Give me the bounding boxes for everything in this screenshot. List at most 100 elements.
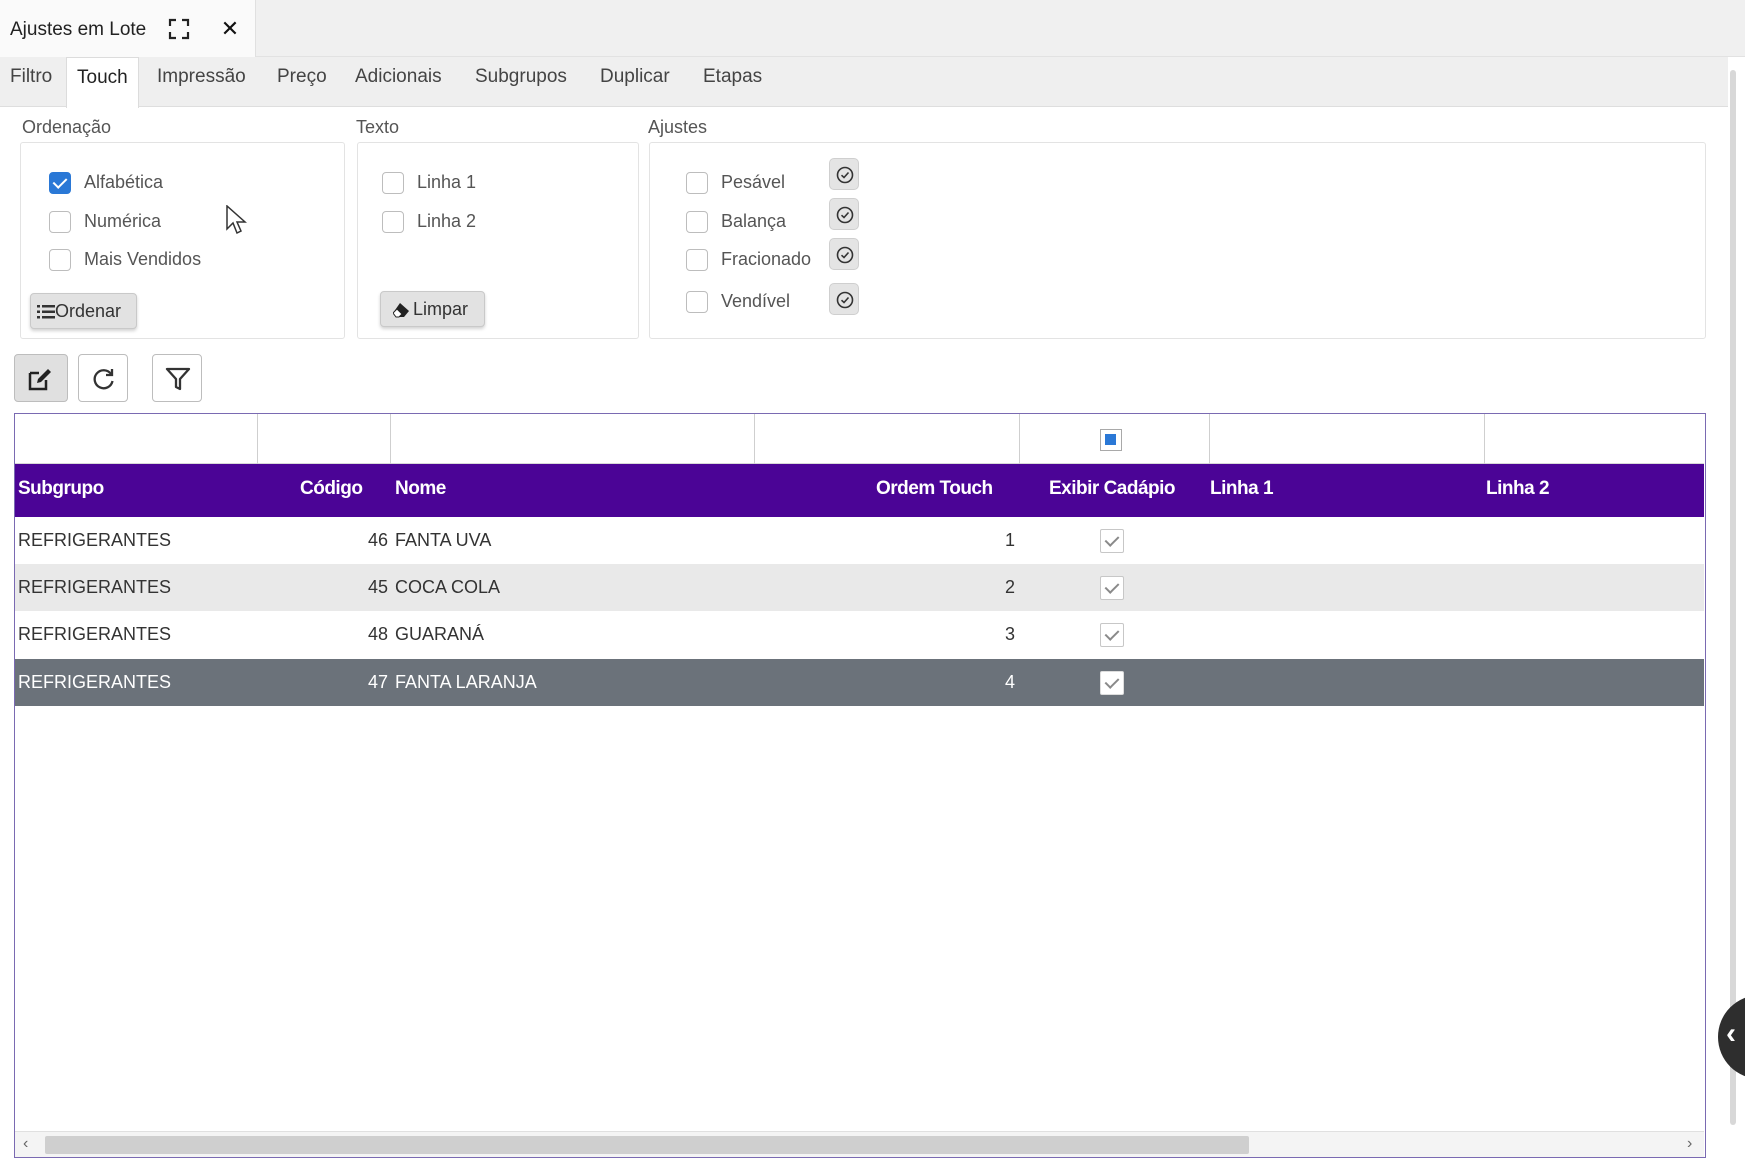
horizontal-scrollbar[interactable]: ‹ › [15,1131,1704,1157]
fracionado-checkbox[interactable] [686,249,708,271]
balanca-label: Balança [721,211,787,231]
check-circle-icon [836,246,854,264]
texto-title: Texto [356,117,400,137]
tab-filtro[interactable]: Filtro [0,57,62,107]
cell-ordem: 3 [1004,624,1015,644]
pesavel-checkbox[interactable] [686,172,708,194]
vertical-scrollbar[interactable] [1730,70,1736,1125]
cell-codigo: 48 [367,624,388,644]
cell-subgrupo: REFRIGERANTES [18,577,172,597]
refresh-button[interactable] [78,354,128,402]
mouse-cursor-icon [226,205,247,235]
cell-subgrupo: REFRIGERANTES [18,530,172,550]
alfabetica-label: Alfabética [84,172,164,192]
cell-nome: GUARANÁ [395,624,485,644]
close-icon[interactable]: ✕ [218,16,242,42]
filter-cell-linha2[interactable] [1485,414,1704,464]
grid-header: Subgrupo Código Nome Ordem Touch Exibir … [15,464,1704,517]
table-row[interactable]: REFRIGERANTES 46 FANTA UVA 1 [15,517,1704,564]
mais-vendidos-label: Mais Vendidos [84,249,202,269]
cell-nome: COCA COLA [395,577,501,597]
col-exibir-cardapio[interactable]: Exibir Cadápio [1049,478,1176,500]
alfabetica-checkbox[interactable] [49,172,71,194]
edit-button[interactable] [14,354,68,402]
linha1-checkbox[interactable] [382,172,404,194]
fracionado-label: Fracionado [721,249,812,269]
linha2-checkbox[interactable] [382,211,404,233]
refresh-icon [93,369,114,390]
col-nome[interactable]: Nome [395,478,446,500]
check-circle-icon [836,166,854,184]
table-row-selected[interactable]: REFRIGERANTES 47 FANTA LARANJA 4 [15,659,1704,706]
ordenar-label: Ordenar [55,301,122,321]
tab-subgrupos[interactable]: Subgrupos [465,57,577,107]
exibir-filter-checkbox[interactable] [1100,429,1122,451]
tab-impressao[interactable]: Impressão [147,57,256,107]
col-codigo[interactable]: Código [300,478,363,500]
texto-group: Linha 1 Linha 2 Limpar [357,142,639,339]
filter-cell-nome[interactable] [391,414,755,464]
filter-button[interactable] [152,354,202,402]
cell-ordem: 1 [1004,530,1015,550]
scroll-left-icon[interactable]: ‹ [23,1135,28,1153]
apply-fracionado-button[interactable] [829,238,859,270]
exibir-checkbox[interactable] [1100,671,1124,695]
exibir-checkbox[interactable] [1100,529,1124,553]
limpar-button[interactable]: Limpar [380,291,485,327]
col-ordem-touch[interactable]: Ordem Touch [876,478,993,500]
scrollbar-thumb[interactable] [45,1136,1249,1154]
cell-codigo: 45 [367,577,388,597]
exibir-checkbox[interactable] [1100,623,1124,647]
ajustes-title: Ajustes [648,117,708,137]
window-tab[interactable]: Ajustes em Lote ✕ [0,0,256,57]
scroll-right-icon[interactable]: › [1687,1135,1692,1153]
filter-icon [165,367,191,391]
cell-codigo: 47 [367,672,388,692]
table-row[interactable]: REFRIGERANTES 45 COCA COLA 2 [15,564,1704,611]
cell-ordem: 2 [1004,577,1015,597]
tab-etapas[interactable]: Etapas [693,57,772,107]
table-row[interactable]: REFRIGERANTES 48 GUARANÁ 3 [15,611,1704,658]
apply-balanca-button[interactable] [829,198,859,230]
eraser-icon [393,303,409,318]
edit-icon [28,369,51,391]
filter-cell-codigo[interactable] [258,414,391,464]
side-panel-toggle[interactable]: ‹ [1718,995,1745,1079]
filter-cell-ordem[interactable] [755,414,1020,464]
col-linha2[interactable]: Linha 2 [1486,478,1550,500]
tab-duplicar[interactable]: Duplicar [590,57,680,107]
linha1-label: Linha 1 [417,172,477,192]
window-title: Ajustes em Lote [10,19,147,40]
ajustes-group: Pesável Balança Fracionado Vendível [649,142,1706,339]
exibir-checkbox[interactable] [1100,576,1124,600]
check-circle-icon [836,206,854,224]
col-linha1[interactable]: Linha 1 [1210,478,1274,500]
col-subgrupo[interactable]: Subgrupo [18,478,104,500]
tab-adicionais[interactable]: Adicionais [345,57,452,107]
ordenacao-group: Alfabética Numérica Mais Vendidos Ordena… [20,142,345,339]
cell-subgrupo: REFRIGERANTES [18,624,172,644]
numerica-label: Numérica [84,211,162,231]
vendivel-label: Vendível [721,291,791,311]
numerica-checkbox[interactable] [49,211,71,233]
apply-vendivel-button[interactable] [829,283,859,315]
cell-codigo: 46 [367,530,388,550]
grid-filter-row [15,414,1704,464]
tab-preco[interactable]: Preço [267,57,337,107]
list-icon [37,305,55,319]
balanca-checkbox[interactable] [686,211,708,233]
apply-pesavel-button[interactable] [829,158,859,190]
mais-vendidos-checkbox[interactable] [49,249,71,271]
expand-icon[interactable] [168,18,192,42]
ordenacao-title: Ordenação [22,117,112,137]
pesavel-label: Pesável [721,172,786,192]
limpar-label: Limpar [413,299,469,319]
cell-nome: FANTA LARANJA [395,672,537,692]
sub-tab-bar: Filtro Touch Impressão Preço Adicionais … [0,57,1728,108]
vendivel-checkbox[interactable] [686,291,708,313]
filter-cell-linha1[interactable] [1210,414,1485,464]
window-tab-bar: Ajustes em Lote ✕ [0,0,1745,57]
ordenar-button[interactable]: Ordenar [30,293,137,329]
filter-cell-subgrupo[interactable] [15,414,258,464]
tab-touch[interactable]: Touch [66,57,139,108]
